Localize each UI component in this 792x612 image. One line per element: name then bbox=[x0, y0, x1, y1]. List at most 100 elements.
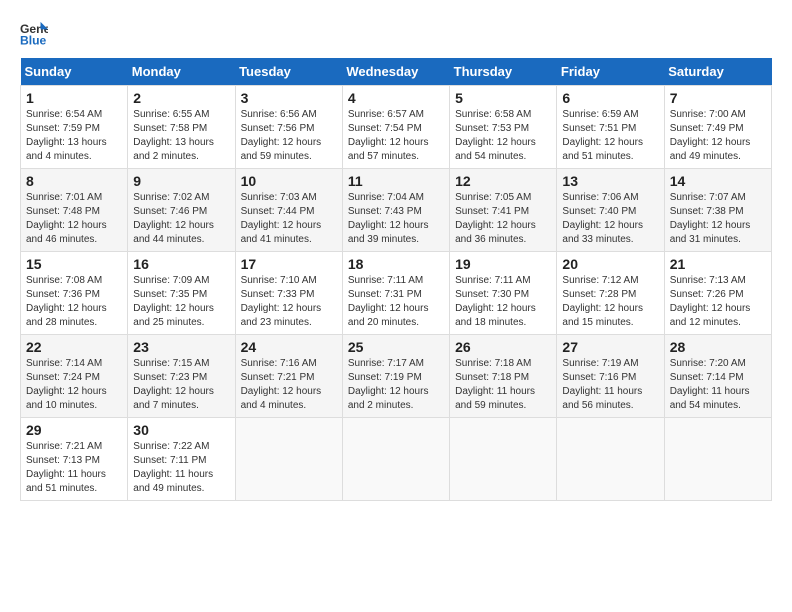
calendar-cell: 22Sunrise: 7:14 AMSunset: 7:24 PMDayligh… bbox=[21, 335, 128, 418]
calendar-cell bbox=[342, 418, 449, 501]
calendar-cell: 21 Sunrise: 7:13 AMSunset: 7:26 PMDayligh… bbox=[664, 252, 771, 335]
day-number: 12 bbox=[455, 173, 551, 189]
calendar-table: SundayMondayTuesdayWednesdayThursdayFrid… bbox=[20, 58, 772, 501]
calendar-cell bbox=[664, 418, 771, 501]
day-number: 16 bbox=[133, 256, 229, 272]
day-number: 26 bbox=[455, 339, 551, 355]
day-number: 14 bbox=[670, 173, 766, 189]
day-info: Sunrise: 7:19 AMSunset: 7:16 PMDaylight:… bbox=[562, 358, 642, 411]
calendar-cell: 3 Sunrise: 6:56 AMSunset: 7:56 PMDaylight… bbox=[235, 86, 342, 169]
day-info: Sunrise: 7:22 AMSunset: 7:11 PMDaylight:… bbox=[133, 441, 213, 494]
calendar-cell: 11Sunrise: 7:04 AMSunset: 7:43 PMDayligh… bbox=[342, 169, 449, 252]
calendar-day-header: Wednesday bbox=[342, 58, 449, 86]
day-info: Sunrise: 7:00 AMSunset: 7:49 PMDaylight:… bbox=[670, 109, 751, 162]
calendar-cell: 12 Sunrise: 7:05 AMSunset: 7:41 PMDayligh… bbox=[450, 169, 557, 252]
day-info: Sunrise: 7:11 AMSunset: 7:30 PMDaylight:… bbox=[455, 275, 536, 328]
calendar-cell: 28Sunrise: 7:20 AMSunset: 7:14 PMDayligh… bbox=[664, 335, 771, 418]
day-number: 8 bbox=[26, 173, 122, 189]
day-info: Sunrise: 7:05 AMSunset: 7:41 PMDaylight:… bbox=[455, 192, 536, 245]
day-info: Sunrise: 7:10 AMSunset: 7:33 PMDaylight:… bbox=[241, 275, 322, 328]
day-number: 4 bbox=[348, 90, 444, 106]
calendar-week-row: 22Sunrise: 7:14 AMSunset: 7:24 PMDayligh… bbox=[21, 335, 772, 418]
page-header: General Blue bbox=[20, 20, 772, 48]
day-number: 24 bbox=[241, 339, 337, 355]
calendar-cell: 10 Sunrise: 7:03 AMSunset: 7:44 PMDayligh… bbox=[235, 169, 342, 252]
day-number: 29 bbox=[26, 422, 122, 438]
calendar-cell: 1 Sunrise: 6:54 AMSunset: 7:59 PMDaylight… bbox=[21, 86, 128, 169]
day-number: 15 bbox=[26, 256, 122, 272]
calendar-cell: 27 Sunrise: 7:19 AMSunset: 7:16 PMDayligh… bbox=[557, 335, 664, 418]
calendar-cell: 20 Sunrise: 7:12 AMSunset: 7:28 PMDayligh… bbox=[557, 252, 664, 335]
logo: General Blue bbox=[20, 20, 48, 48]
day-number: 21 bbox=[670, 256, 766, 272]
calendar-cell: 2Sunrise: 6:55 AMSunset: 7:58 PMDaylight… bbox=[128, 86, 235, 169]
day-number: 30 bbox=[133, 422, 229, 438]
calendar-cell: 5Sunrise: 6:58 AMSunset: 7:53 PMDaylight… bbox=[450, 86, 557, 169]
day-info: Sunrise: 7:04 AMSunset: 7:43 PMDaylight:… bbox=[348, 192, 429, 245]
day-info: Sunrise: 6:57 AMSunset: 7:54 PMDaylight:… bbox=[348, 109, 429, 162]
calendar-week-row: 15Sunrise: 7:08 AMSunset: 7:36 PMDayligh… bbox=[21, 252, 772, 335]
day-info: Sunrise: 7:15 AMSunset: 7:23 PMDaylight:… bbox=[133, 358, 214, 411]
day-number: 10 bbox=[241, 173, 337, 189]
calendar-week-row: 1 Sunrise: 6:54 AMSunset: 7:59 PMDaylight… bbox=[21, 86, 772, 169]
day-info: Sunrise: 7:01 AMSunset: 7:48 PMDaylight:… bbox=[26, 192, 107, 245]
day-info: Sunrise: 6:56 AMSunset: 7:56 PMDaylight:… bbox=[241, 109, 322, 162]
day-info: Sunrise: 6:54 AMSunset: 7:59 PMDaylight:… bbox=[26, 109, 107, 162]
day-info: Sunrise: 7:11 AMSunset: 7:31 PMDaylight:… bbox=[348, 275, 429, 328]
calendar-day-header: Monday bbox=[128, 58, 235, 86]
calendar-week-row: 8 Sunrise: 7:01 AMSunset: 7:48 PMDaylight… bbox=[21, 169, 772, 252]
calendar-cell bbox=[450, 418, 557, 501]
calendar-cell: 16 Sunrise: 7:09 AMSunset: 7:35 PMDayligh… bbox=[128, 252, 235, 335]
svg-text:Blue: Blue bbox=[20, 33, 47, 47]
calendar-cell: 29Sunrise: 7:21 AMSunset: 7:13 PMDayligh… bbox=[21, 418, 128, 501]
day-number: 20 bbox=[562, 256, 658, 272]
day-number: 5 bbox=[455, 90, 551, 106]
day-info: Sunrise: 7:18 AMSunset: 7:18 PMDaylight:… bbox=[455, 358, 535, 411]
day-info: Sunrise: 7:07 AMSunset: 7:38 PMDaylight:… bbox=[670, 192, 751, 245]
calendar-cell: 26 Sunrise: 7:18 AMSunset: 7:18 PMDayligh… bbox=[450, 335, 557, 418]
day-info: Sunrise: 7:02 AMSunset: 7:46 PMDaylight:… bbox=[133, 192, 214, 245]
calendar-cell: 7 Sunrise: 7:00 AMSunset: 7:49 PMDaylight… bbox=[664, 86, 771, 169]
calendar-cell: 17 Sunrise: 7:10 AMSunset: 7:33 PMDayligh… bbox=[235, 252, 342, 335]
day-number: 1 bbox=[26, 90, 122, 106]
day-info: Sunrise: 7:09 AMSunset: 7:35 PMDaylight:… bbox=[133, 275, 214, 328]
calendar-cell: 14 Sunrise: 7:07 AMSunset: 7:38 PMDayligh… bbox=[664, 169, 771, 252]
calendar-cell: 24 Sunrise: 7:16 AMSunset: 7:21 PMDayligh… bbox=[235, 335, 342, 418]
day-number: 27 bbox=[562, 339, 658, 355]
calendar-cell: 6 Sunrise: 6:59 AMSunset: 7:51 PMDaylight… bbox=[557, 86, 664, 169]
day-info: Sunrise: 6:59 AMSunset: 7:51 PMDaylight:… bbox=[562, 109, 643, 162]
day-number: 18 bbox=[348, 256, 444, 272]
calendar-cell: 4 Sunrise: 6:57 AMSunset: 7:54 PMDaylight… bbox=[342, 86, 449, 169]
day-info: Sunrise: 7:14 AMSunset: 7:24 PMDaylight:… bbox=[26, 358, 107, 411]
day-number: 17 bbox=[241, 256, 337, 272]
day-number: 23 bbox=[133, 339, 229, 355]
day-info: Sunrise: 7:03 AMSunset: 7:44 PMDaylight:… bbox=[241, 192, 322, 245]
day-info: Sunrise: 7:17 AMSunset: 7:19 PMDaylight:… bbox=[348, 358, 429, 411]
calendar-cell: 19 Sunrise: 7:11 AMSunset: 7:30 PMDayligh… bbox=[450, 252, 557, 335]
day-info: Sunrise: 7:16 AMSunset: 7:21 PMDaylight:… bbox=[241, 358, 322, 411]
day-number: 25 bbox=[348, 339, 444, 355]
calendar-cell: 9Sunrise: 7:02 AMSunset: 7:46 PMDaylight… bbox=[128, 169, 235, 252]
day-number: 2 bbox=[133, 90, 229, 106]
day-info: Sunrise: 7:12 AMSunset: 7:28 PMDaylight:… bbox=[562, 275, 643, 328]
calendar-day-header: Sunday bbox=[21, 58, 128, 86]
day-info: Sunrise: 7:13 AMSunset: 7:26 PMDaylight:… bbox=[670, 275, 751, 328]
day-info: Sunrise: 7:06 AMSunset: 7:40 PMDaylight:… bbox=[562, 192, 643, 245]
calendar-cell bbox=[557, 418, 664, 501]
calendar-cell bbox=[235, 418, 342, 501]
day-number: 6 bbox=[562, 90, 658, 106]
calendar-cell: 13 Sunrise: 7:06 AMSunset: 7:40 PMDayligh… bbox=[557, 169, 664, 252]
day-number: 3 bbox=[241, 90, 337, 106]
calendar-cell: 18 Sunrise: 7:11 AMSunset: 7:31 PMDayligh… bbox=[342, 252, 449, 335]
calendar-cell: 30 Sunrise: 7:22 AMSunset: 7:11 PMDayligh… bbox=[128, 418, 235, 501]
day-number: 13 bbox=[562, 173, 658, 189]
calendar-week-row: 29Sunrise: 7:21 AMSunset: 7:13 PMDayligh… bbox=[21, 418, 772, 501]
calendar-day-header: Friday bbox=[557, 58, 664, 86]
calendar-day-header: Tuesday bbox=[235, 58, 342, 86]
day-number: 19 bbox=[455, 256, 551, 272]
calendar-day-header: Saturday bbox=[664, 58, 771, 86]
calendar-cell: 15Sunrise: 7:08 AMSunset: 7:36 PMDayligh… bbox=[21, 252, 128, 335]
day-info: Sunrise: 7:20 AMSunset: 7:14 PMDaylight:… bbox=[670, 358, 750, 411]
calendar-header-row: SundayMondayTuesdayWednesdayThursdayFrid… bbox=[21, 58, 772, 86]
day-number: 7 bbox=[670, 90, 766, 106]
